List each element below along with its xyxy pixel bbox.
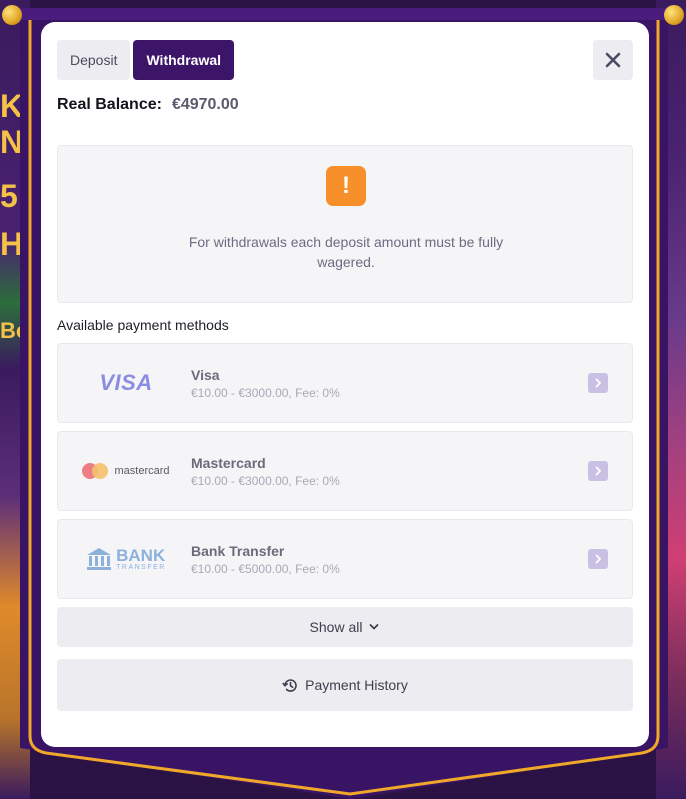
close-button[interactable] <box>593 40 633 80</box>
payment-method-mastercard[interactable]: mastercard Mastercard €10.00 - €3000.00,… <box>57 431 633 511</box>
visa-logo: VISA <box>76 344 176 422</box>
payment-modal: Deposit Withdrawal Real Balance: €4970.00… <box>41 22 649 747</box>
withdrawal-notice: ! For withdrawals each deposit amount mu… <box>57 145 633 303</box>
tab-deposit[interactable]: Deposit <box>57 40 131 80</box>
method-details: €10.00 - €3000.00, Fee: 0% <box>191 474 340 488</box>
method-name: Mastercard <box>191 455 266 471</box>
payment-method-bank-transfer[interactable]: BANK TRANSFER Bank Transfer €10.00 - €50… <box>57 519 633 599</box>
mastercard-logo: mastercard <box>76 432 176 510</box>
exclamation-icon: ! <box>326 166 366 206</box>
history-icon <box>282 678 297 692</box>
bank-building-icon <box>87 548 112 570</box>
chevron-right-icon[interactable] <box>588 461 608 481</box>
payment-methods-title: Available payment methods <box>57 317 229 333</box>
chevron-down-icon <box>370 624 379 630</box>
bank-transfer-logo: BANK TRANSFER <box>76 520 176 598</box>
real-balance: Real Balance: €4970.00 <box>57 96 239 114</box>
payment-history-button[interactable]: Payment History <box>57 659 633 711</box>
banner-knob-right <box>664 5 684 25</box>
mastercard-logo-text: mastercard <box>114 465 170 477</box>
close-icon <box>605 52 621 68</box>
method-details: €10.00 - €5000.00, Fee: 0% <box>191 562 340 576</box>
method-name: Bank Transfer <box>191 543 285 559</box>
payment-history-label: Payment History <box>305 677 408 693</box>
balance-amount: €4970.00 <box>171 96 239 113</box>
method-details: €10.00 - €3000.00, Fee: 0% <box>191 386 340 400</box>
payment-tabs: Deposit Withdrawal <box>57 40 235 80</box>
method-name: Visa <box>191 367 220 383</box>
background-text: 5 <box>0 178 18 214</box>
notice-text: For withdrawals each deposit amount must… <box>188 234 504 270</box>
show-all-button[interactable]: Show all <box>57 607 633 647</box>
bank-logo-subtext: TRANSFER <box>116 564 166 571</box>
balance-label: Real Balance: <box>57 96 162 113</box>
banner-knob-left <box>2 5 22 25</box>
bank-logo-text: BANK <box>116 546 166 565</box>
visa-logo-text: VISA <box>99 370 153 395</box>
show-all-label: Show all <box>309 619 363 635</box>
mastercard-circles-icon <box>82 463 109 479</box>
chevron-right-icon[interactable] <box>588 549 608 569</box>
chevron-right-icon[interactable] <box>588 373 608 393</box>
tab-withdrawal[interactable]: Withdrawal <box>133 40 235 80</box>
payment-method-visa[interactable]: VISA Visa €10.00 - €3000.00, Fee: 0% <box>57 343 633 423</box>
